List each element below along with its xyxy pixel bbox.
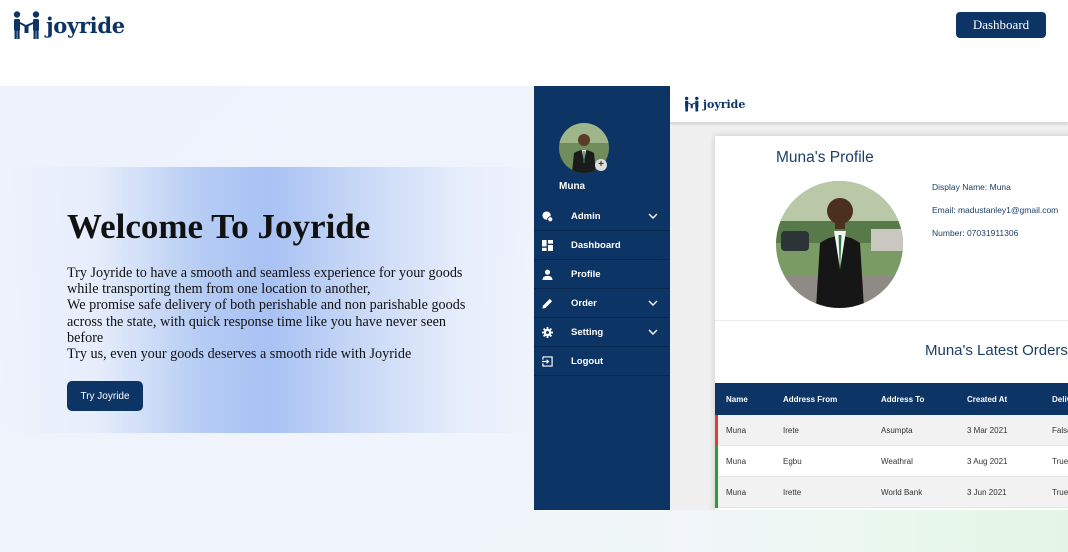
column-header[interactable]: Name	[726, 383, 748, 415]
table-cell: Muna	[726, 425, 747, 435]
sidebar-item-label: Dashboard	[571, 239, 621, 251]
sidebar-item-label: Logout	[571, 355, 604, 367]
profile-display-name: Display Name: Muna	[932, 182, 1011, 192]
sidebar-item-label: Profile	[571, 268, 601, 280]
admin-icon	[542, 211, 553, 222]
column-header[interactable]: Address From	[783, 383, 837, 415]
table-cell: False	[1052, 425, 1068, 435]
sidebar-item-setting[interactable]: Setting	[534, 318, 670, 347]
hero-description: Try Joyride to have a smooth and seamles…	[67, 265, 467, 362]
sidebar-avatar[interactable]: +	[559, 123, 609, 173]
hero-line-2: We promise safe delivery of both perisha…	[67, 297, 466, 346]
table-cell: Muna	[726, 456, 747, 466]
orders-table: Name Address From Address To Created At …	[715, 383, 1068, 508]
table-cell: Asumpta	[881, 425, 913, 435]
profile-title: Muna's Profile	[776, 149, 874, 166]
table-cell: True	[1052, 456, 1068, 466]
sidebar-item-dashboard[interactable]: Dashboard	[534, 231, 670, 260]
preview-sidebar: + Muna Admin Dashboard Profile Order Set…	[534, 86, 670, 510]
table-cell: True	[1052, 487, 1068, 497]
table-cell: 3 Aug 2021	[967, 456, 1008, 466]
try-joyride-button[interactable]: Try Joyride	[67, 381, 143, 411]
preview-brand-logo[interactable]: joyride	[684, 95, 745, 113]
profile-photo	[776, 181, 903, 308]
hero-title: Welcome To Joyride	[67, 207, 371, 246]
column-header[interactable]: Address To	[881, 383, 924, 415]
column-header[interactable]: Delivered	[1052, 383, 1068, 415]
chevron-down-icon	[648, 300, 658, 306]
logout-icon	[542, 356, 553, 367]
hero-line-3: Try us, even your goods deserves a smoot…	[67, 346, 412, 363]
dashboard-button[interactable]: Dashboard	[956, 12, 1046, 38]
column-header[interactable]: Created At	[967, 383, 1007, 415]
sidebar-item-order[interactable]: Order	[534, 289, 670, 318]
status-indicator	[715, 415, 718, 446]
table-header: Name Address From Address To Created At …	[715, 383, 1068, 415]
table-cell: Irette	[783, 487, 802, 497]
table-cell: Weathral	[881, 456, 913, 466]
handshake-logo-icon	[13, 11, 40, 39]
table-cell: 3 Jun 2021	[967, 487, 1007, 497]
chevron-down-icon	[648, 329, 658, 335]
person-icon	[542, 269, 553, 280]
table-cell: Egbu	[783, 456, 802, 466]
preview-header: joyride	[670, 86, 1068, 123]
top-navbar: joyride Dashboard	[0, 0, 1068, 86]
sidebar-item-profile[interactable]: Profile	[534, 260, 670, 289]
handshake-logo-icon	[684, 96, 699, 112]
dashboard-icon	[542, 240, 553, 251]
sidebar-menu: Admin Dashboard Profile Order Setting Lo…	[534, 202, 670, 376]
sidebar-item-label: Setting	[571, 326, 604, 338]
chevron-down-icon	[648, 213, 658, 219]
pencil-icon	[542, 298, 553, 309]
card-divider	[715, 320, 1068, 321]
status-indicator	[715, 446, 718, 477]
profile-email: Email: madustanley1@gmail.com	[932, 205, 1059, 215]
profile-card: Muna's Profile Display Name: Muna Email:…	[715, 136, 1068, 510]
table-row[interactable]: Muna Egbu Weathral 3 Aug 2021 True	[715, 446, 1068, 477]
sidebar-item-label: Order	[571, 297, 597, 309]
orders-title: Muna's Latest Orders	[925, 342, 1068, 359]
status-indicator	[715, 477, 718, 508]
sidebar-item-logout[interactable]: Logout	[534, 347, 670, 376]
table-cell: 3 Mar 2021	[967, 425, 1008, 435]
decorative-tint	[670, 510, 1068, 552]
preview-brand-name: joyride	[703, 97, 746, 111]
profile-number: Number: 07031911306	[932, 228, 1019, 238]
table-cell: Irete	[783, 425, 800, 435]
gear-icon	[542, 327, 553, 338]
table-cell: Muna	[726, 487, 747, 497]
table-cell: World Bank	[881, 487, 923, 497]
sidebar-item-admin[interactable]: Admin	[534, 202, 670, 231]
hero-line-1: Try Joyride to have a smooth and seamles…	[67, 265, 463, 298]
user-photo-icon	[776, 181, 903, 308]
sidebar-user-name: Muna	[559, 181, 586, 192]
brand-logo[interactable]: joyride	[12, 10, 125, 40]
sidebar-item-label: Admin	[571, 210, 601, 222]
brand-name: joyride	[46, 12, 125, 38]
add-photo-icon[interactable]: +	[595, 159, 607, 171]
dashboard-preview: + Muna Admin Dashboard Profile Order Set…	[534, 86, 1068, 510]
table-row[interactable]: Muna Irete Asumpta 3 Mar 2021 False	[715, 415, 1068, 446]
table-row[interactable]: Muna Irette World Bank 3 Jun 2021 True	[715, 477, 1068, 508]
